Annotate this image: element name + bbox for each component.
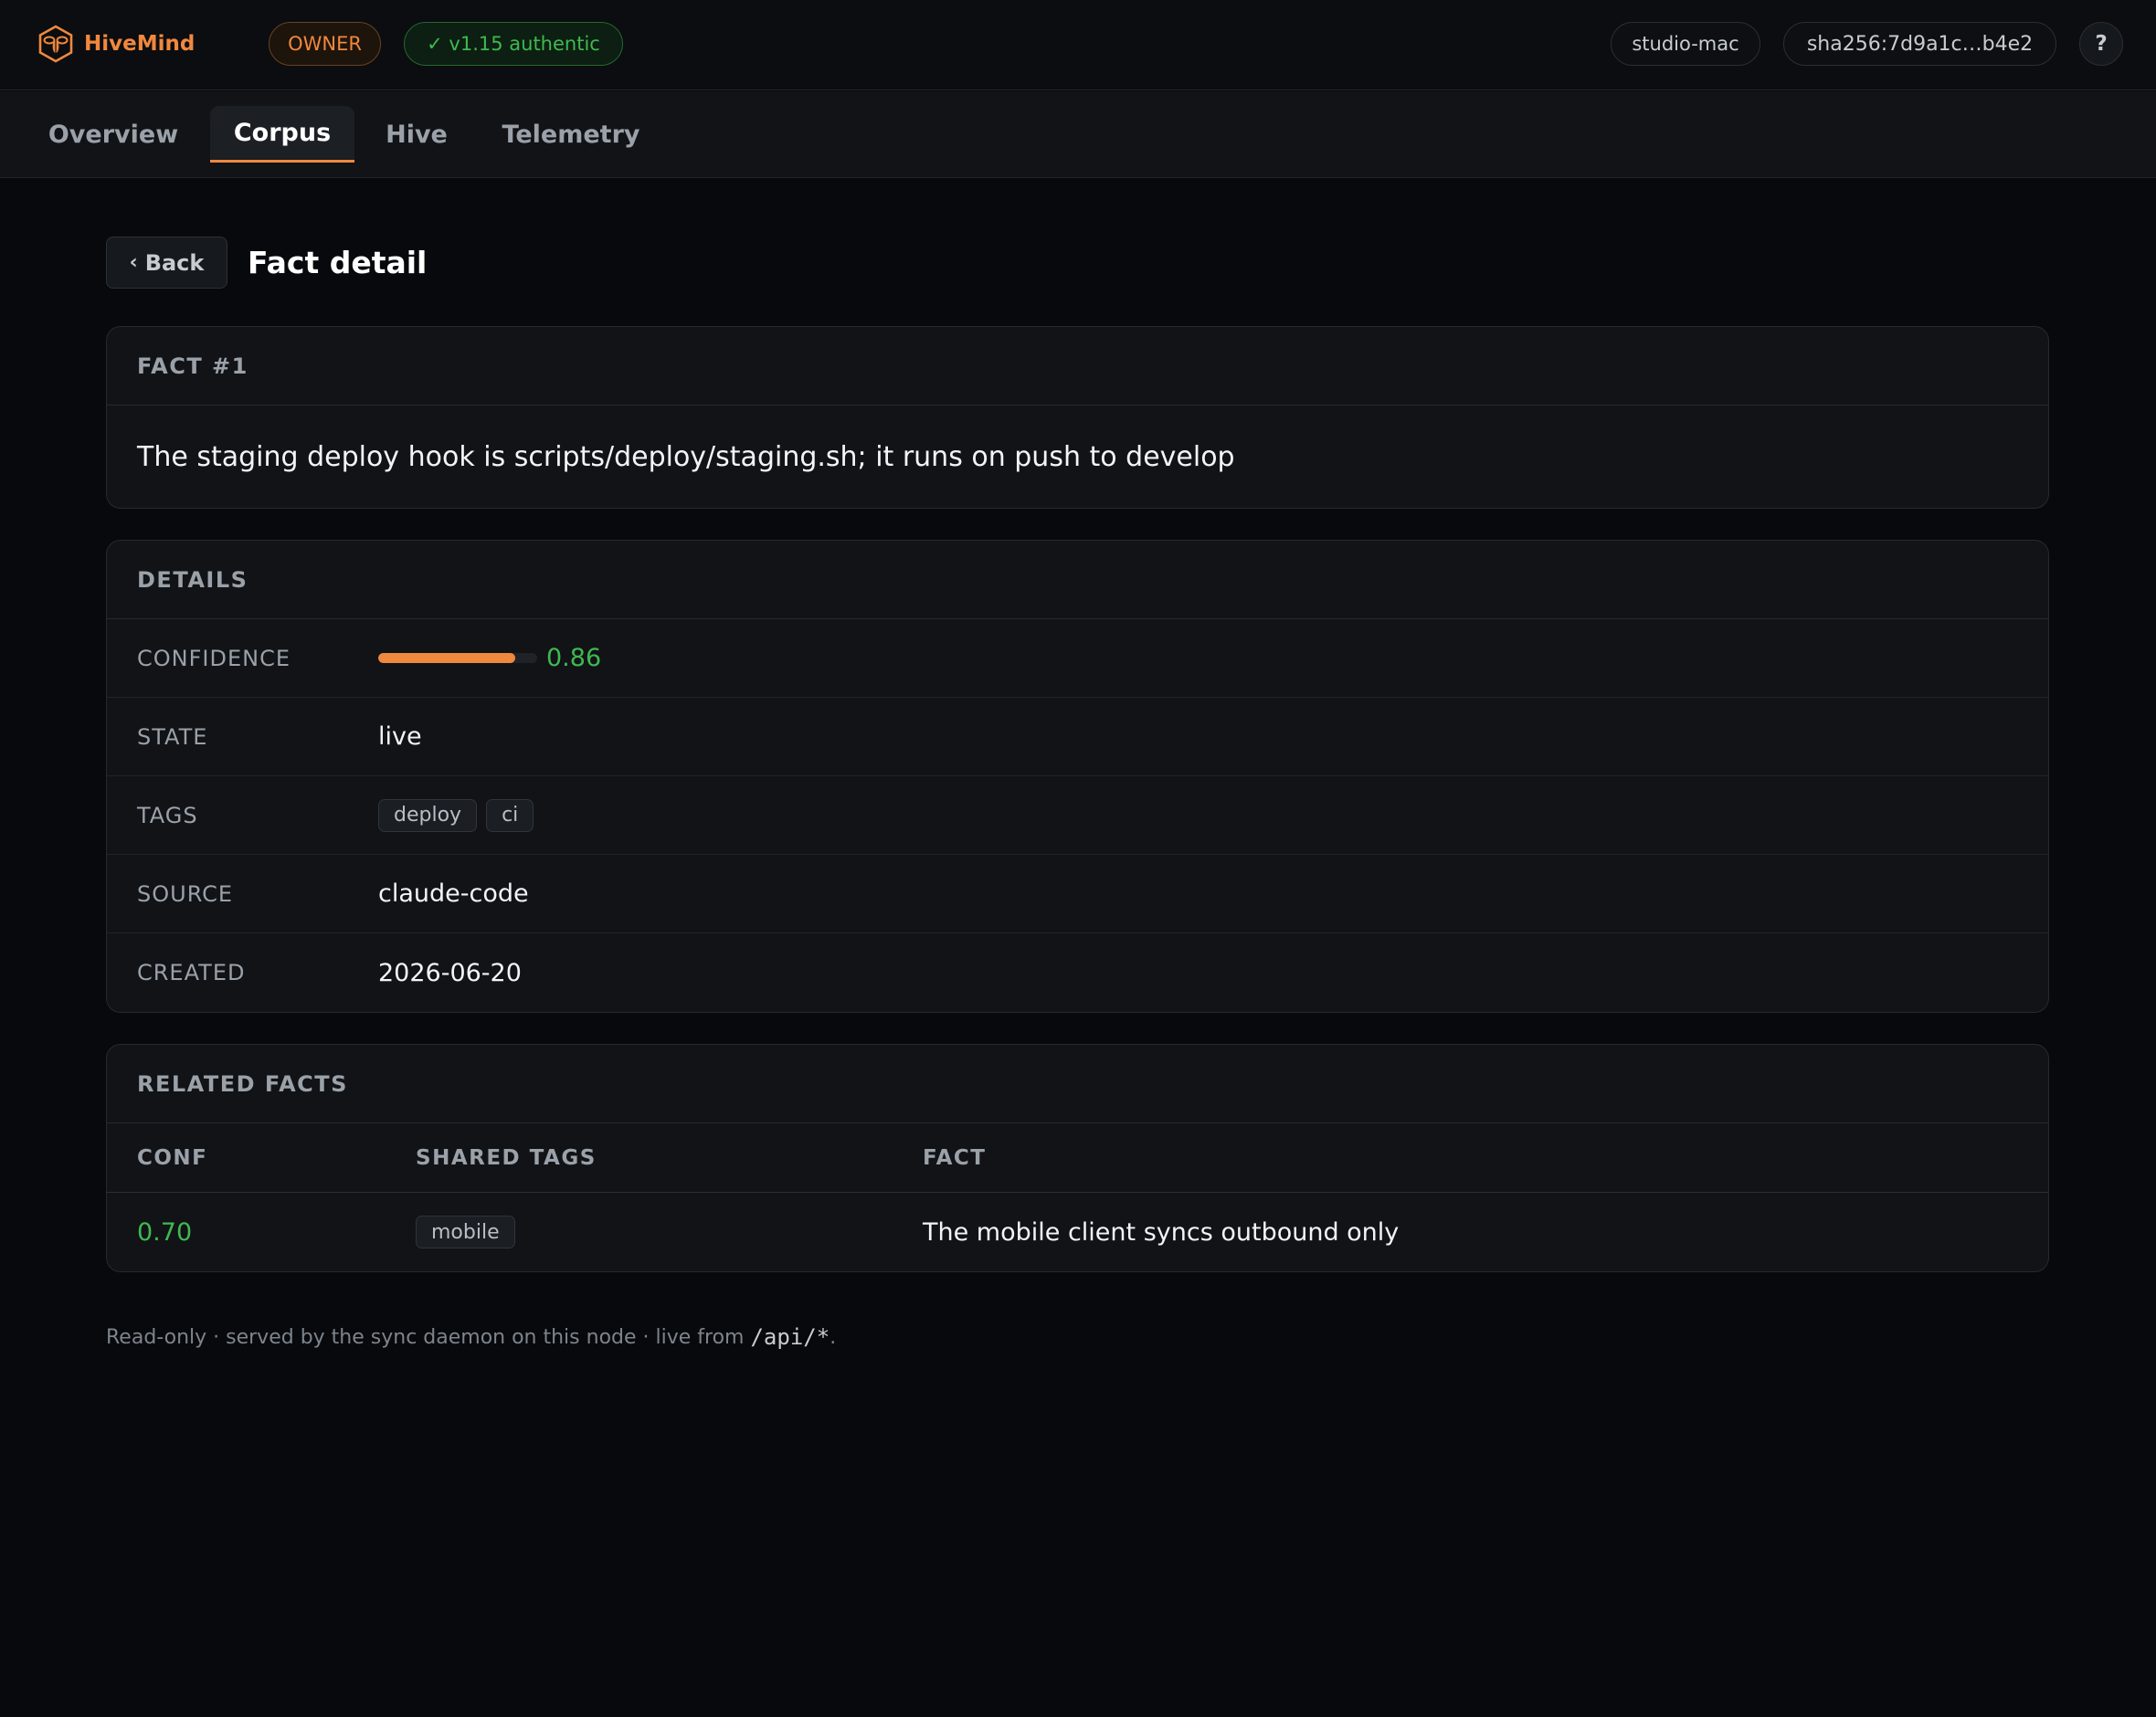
fact-heading: FACT #1 (107, 327, 2048, 406)
help-icon: ? (2095, 32, 2108, 56)
column-header-shared-tags[interactable]: SHARED TAGS (416, 1123, 597, 1193)
host-chip[interactable]: studio-mac (1611, 22, 1760, 66)
created-value: 2026-06-20 (378, 958, 522, 987)
tab-telemetry[interactable]: Telemetry (486, 106, 656, 163)
tag-chip[interactable]: mobile (416, 1216, 515, 1248)
detail-row-source: SOURCE claude-code (107, 855, 2048, 933)
footer-note: Read-only · served by the sync daemon on… (106, 1322, 836, 1353)
tab-corpus[interactable]: Corpus (210, 106, 354, 163)
related-shared-tags: mobile (416, 1193, 515, 1271)
api-path: /api/* (750, 1324, 830, 1350)
tab-overview[interactable]: Overview (33, 106, 194, 163)
column-header-conf[interactable]: CONF (137, 1123, 207, 1193)
state-label: STATE (137, 723, 208, 750)
detail-row-state: STATE live (107, 698, 2048, 776)
related-facts-card: RELATED FACTS CONF SHARED TAGS FACT 0.70… (106, 1044, 2049, 1272)
tab-bar: Overview Corpus Hive Telemetry (0, 91, 2156, 178)
tag-chip[interactable]: deploy (378, 798, 478, 832)
role-badge: OWNER (269, 22, 381, 66)
confidence-value: 0.86 (378, 644, 601, 672)
column-header-fact[interactable]: FACT (923, 1123, 986, 1193)
brand-name: HiveMind (84, 32, 196, 56)
detail-row-tags: TAGS deploy ci (107, 776, 2048, 855)
fact-text: The staging deploy hook is scripts/deplo… (137, 440, 1235, 473)
related-heading: RELATED FACTS (107, 1045, 2048, 1123)
tags-value: deploy ci (378, 798, 534, 832)
confidence-bar (378, 653, 537, 663)
confidence-number: 0.86 (546, 644, 602, 672)
related-table-header: CONF SHARED TAGS FACT (107, 1123, 2048, 1193)
detail-row-confidence: CONFIDENCE 0.86 (107, 619, 2048, 698)
top-bar: HiveMind OWNER ✓ v1.15 authentic studio-… (0, 0, 2156, 90)
hash-chip[interactable]: sha256:7d9a1c…b4e2 (1783, 22, 2056, 66)
table-row[interactable]: 0.70 mobile The mobile client syncs outb… (107, 1193, 2048, 1271)
created-label: CREATED (137, 960, 246, 985)
back-button[interactable]: ‹ Back (106, 237, 227, 289)
details-heading: DETAILS (107, 541, 2048, 619)
tab-hive[interactable]: Hive (369, 106, 464, 163)
brand[interactable]: HiveMind (37, 24, 195, 64)
confidence-label: CONFIDENCE (137, 645, 291, 671)
related-fact-text[interactable]: The mobile client syncs outbound only (923, 1193, 1399, 1271)
footer-text: Read-only · served by the sync daemon on… (106, 1325, 751, 1349)
hivemind-logo-icon (37, 25, 75, 63)
tag-chip[interactable]: ci (486, 798, 534, 832)
page-title: Fact detail (248, 244, 428, 280)
source-label: SOURCE (137, 880, 234, 907)
back-label: Back (144, 249, 205, 276)
chevron-left-icon: ‹ (129, 251, 138, 274)
details-card: DETAILS CONFIDENCE 0.86 STATE live TAGS … (106, 540, 2049, 1013)
auth-badge: ✓ v1.15 authentic (404, 22, 623, 66)
detail-row-created: CREATED 2026-06-20 (107, 933, 2048, 1012)
help-button[interactable]: ? (2079, 22, 2123, 66)
source-value: claude-code (378, 880, 529, 908)
related-conf: 0.70 (137, 1217, 193, 1247)
fact-card: FACT #1 The staging deploy hook is scrip… (106, 326, 2049, 509)
state-value: live (378, 722, 422, 751)
tags-label: TAGS (137, 802, 198, 828)
footer-suffix: . (830, 1325, 837, 1349)
confidence-bar-fill (378, 653, 515, 663)
